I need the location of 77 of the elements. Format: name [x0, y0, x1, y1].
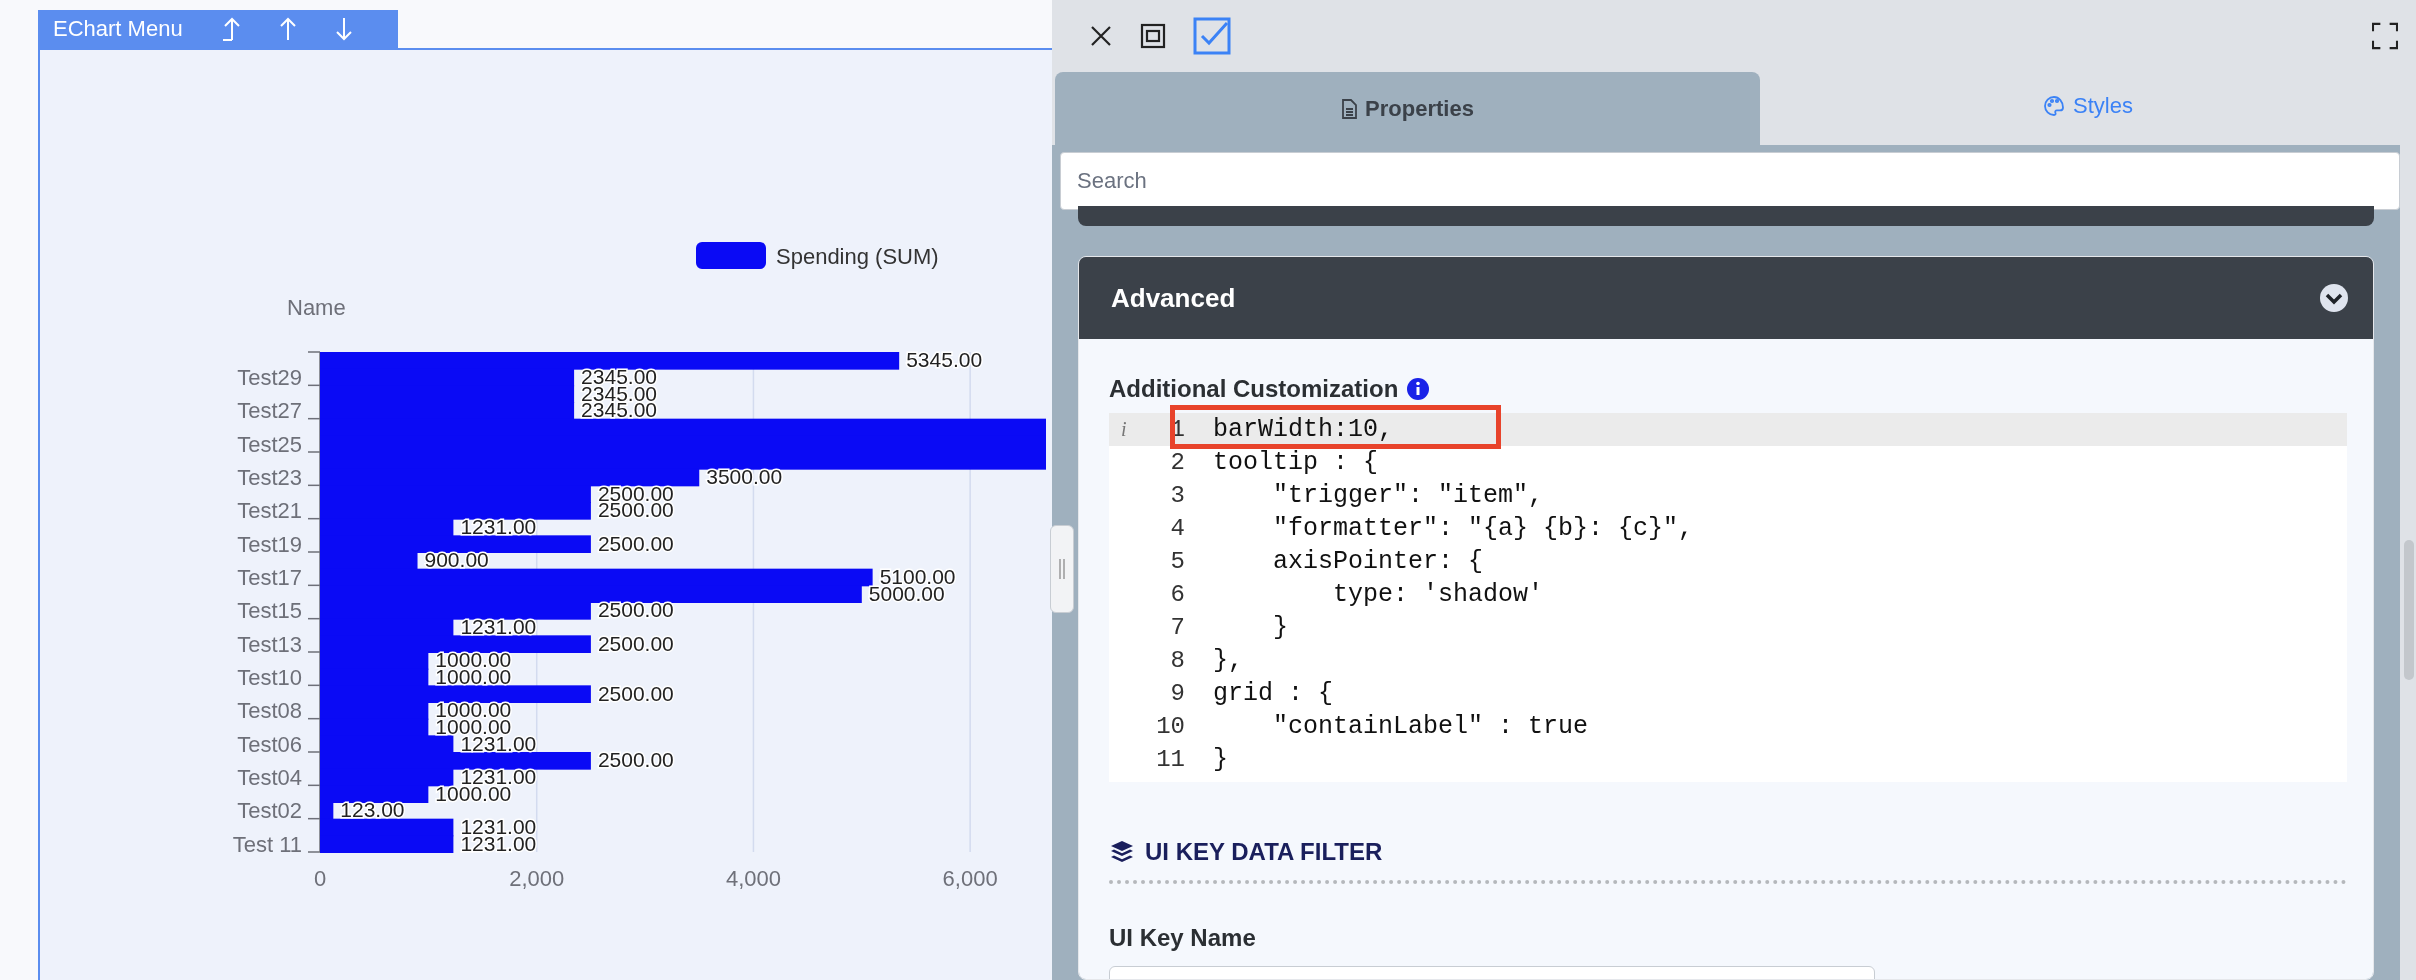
axis-label: 4,000 — [725, 866, 781, 891]
axis-label: Test29 — [237, 365, 302, 390]
info-marker: i — [1121, 418, 1127, 441]
line-number: 11 — [1156, 746, 1185, 773]
grip-icon — [1058, 559, 1066, 579]
section-title: Advanced — [1111, 282, 1236, 314]
data-label: 2500.00 — [597, 631, 674, 655]
code-line: }, — [1212, 646, 1243, 675]
axis-label: Test13 — [237, 631, 302, 657]
data-label: 1231.00 — [460, 515, 537, 538]
close-icon — [1089, 24, 1113, 48]
panel-button[interactable] — [1140, 21, 1166, 51]
field-label: UI Key Name — [1109, 924, 1256, 951]
axis-label: Test08 — [237, 698, 302, 724]
layers-icon — [1109, 839, 1135, 865]
code-line: "formatter": "{a} {b}: {c}", — [1272, 514, 1694, 543]
line-number: 6 — [1170, 581, 1185, 608]
palette-icon — [2043, 95, 2066, 117]
legend-label: Spending (SUM) — [776, 244, 939, 269]
code-line: type: 'shadow' — [1332, 580, 1544, 609]
line-number: 10 — [1156, 713, 1185, 740]
data-label: 2500.00 — [597, 531, 674, 555]
arrow-up-icon — [221, 16, 242, 42]
section-header[interactable]: Advanced — [1079, 257, 2373, 339]
menu-title: EChart Menu — [53, 16, 183, 42]
axis-label: Test25 — [237, 431, 302, 457]
data-label: 2500.00 — [597, 748, 674, 772]
checkbox-icon — [1193, 17, 1231, 55]
info-icon — [1406, 377, 1431, 401]
axis-label: Test06 — [237, 731, 302, 757]
document-icon — [1341, 98, 1358, 119]
panel-icon — [1140, 23, 1166, 49]
arrow-down-icon — [333, 16, 354, 42]
code-line: } — [1212, 745, 1228, 774]
axis-label: 2,000 — [509, 866, 565, 891]
data-label: 123.00 — [340, 798, 405, 822]
section-heading: UI KEY DATA FILTER — [1145, 838, 1383, 866]
code-line: tooltip : { — [1212, 448, 1379, 477]
code-line: "trigger": "item", — [1272, 481, 1544, 510]
code-line: axisPointer: { — [1272, 547, 1484, 576]
axis-label: Test02 — [237, 798, 302, 824]
code-line: } — [1272, 613, 1288, 642]
fullscreen-button[interactable] — [2372, 21, 2398, 51]
resize-handle[interactable] — [1050, 525, 1074, 613]
line-number: 3 — [1170, 482, 1185, 509]
line-number: 8 — [1170, 647, 1185, 674]
scrollbar-thumb[interactable] — [2404, 540, 2414, 680]
tab[interactable]: Properties — [1055, 72, 1760, 145]
data-label: 2500.00 — [597, 598, 674, 622]
field-label: Additional Customization — [1109, 375, 1399, 403]
line-number: 9 — [1170, 680, 1185, 707]
data-label: 2500.00 — [597, 681, 674, 705]
data-label: 900.00 — [424, 548, 489, 572]
axis-label: Test15 — [237, 598, 302, 624]
data-label: 1231.00 — [460, 615, 537, 638]
axis-label: Test21 — [237, 498, 302, 524]
axis-label: Test19 — [237, 531, 302, 557]
axis-label: Test04 — [237, 765, 302, 790]
fullscreen-icon — [2372, 22, 2398, 50]
line-number: 5 — [1170, 548, 1185, 575]
code-line: barWidth:10, — [1212, 415, 1394, 444]
axis-label: Test 11 — [232, 831, 302, 857]
axis-label: Test10 — [237, 665, 302, 690]
axis-label: Test17 — [237, 565, 302, 590]
code-line: "containLabel" : true — [1272, 712, 1589, 741]
line-number: 7 — [1170, 614, 1185, 641]
code-line: grid : { — [1212, 679, 1334, 708]
line-number: 4 — [1170, 515, 1185, 542]
axis-label: Test27 — [237, 398, 302, 424]
line-number: 2 — [1170, 449, 1185, 476]
data-label: 5345.00 — [906, 348, 983, 372]
axis-label: Test23 — [237, 465, 302, 490]
search-field[interactable]: Search — [1060, 152, 2400, 210]
axis-label: 0 — [313, 866, 327, 891]
data-label: 3500.00 — [706, 465, 783, 488]
axis-label: 6,000 — [942, 866, 998, 891]
axis-title: Name — [287, 295, 346, 320]
